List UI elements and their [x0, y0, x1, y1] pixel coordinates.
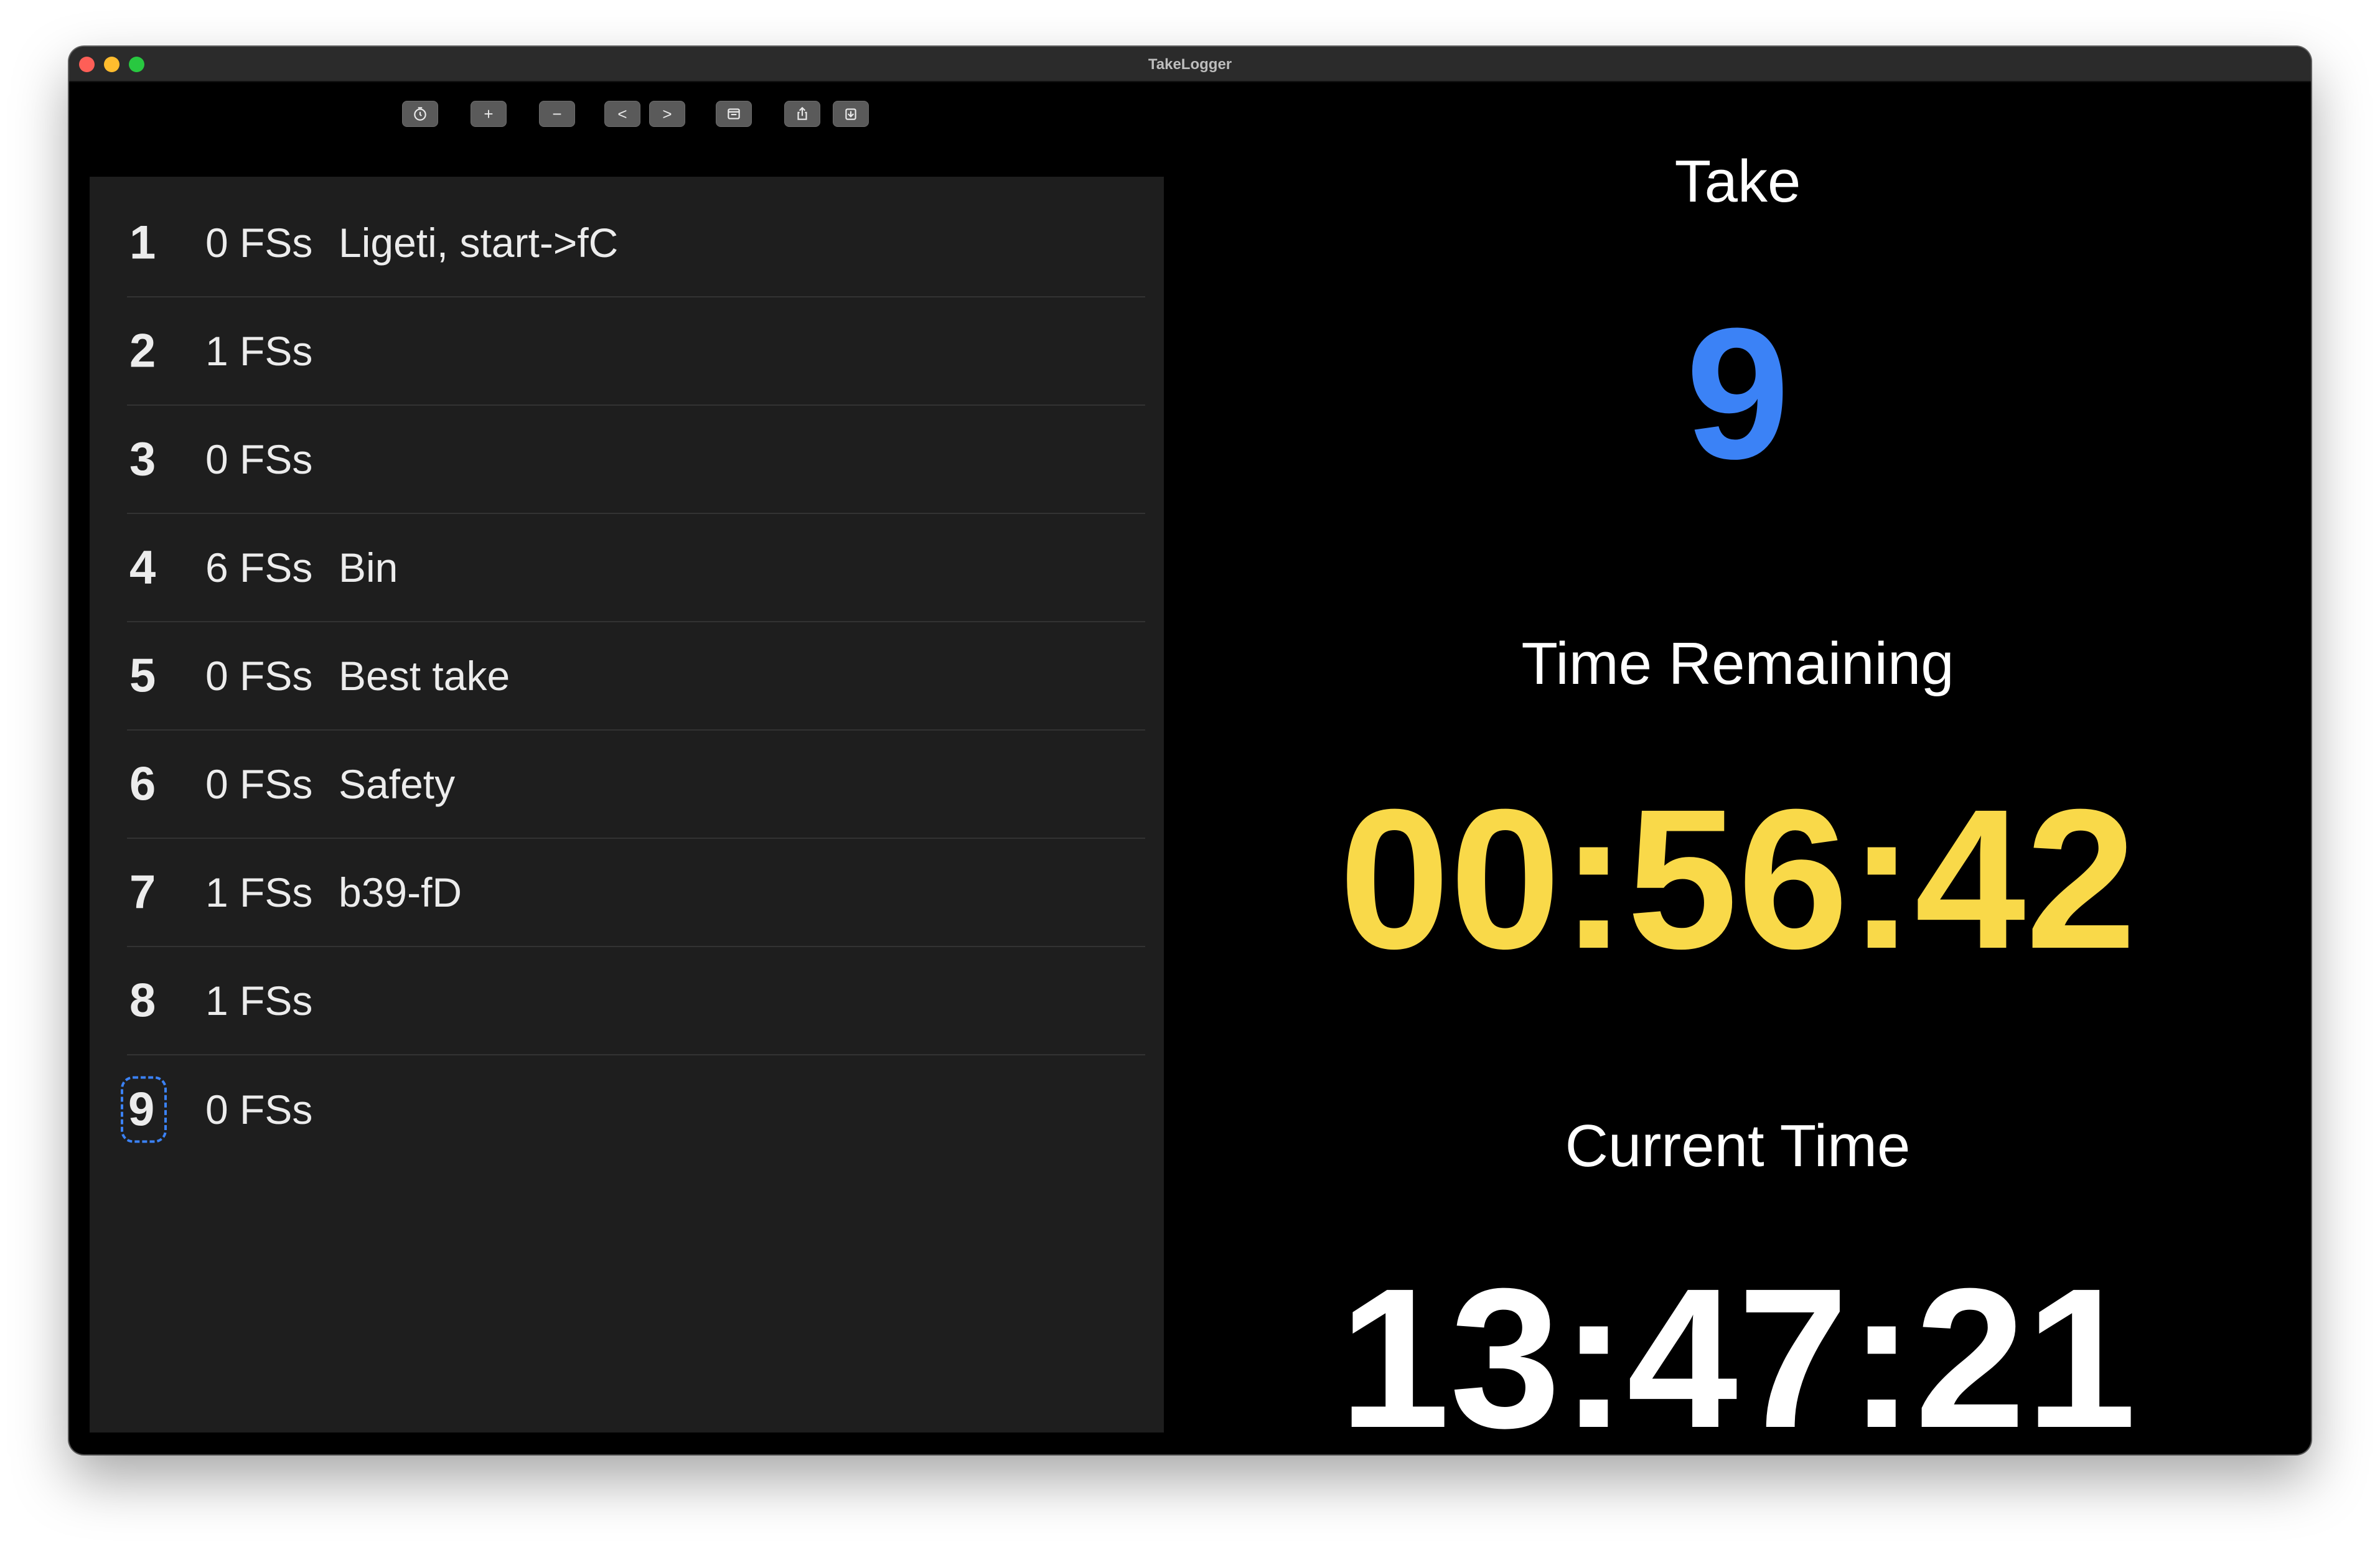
take-row[interactable]: 7 1 FSs b39-fD	[127, 839, 1145, 947]
take-row[interactable]: 8 1 FSs	[127, 947, 1145, 1055]
time-remaining-value: 00:56:42	[1339, 767, 2137, 990]
take-false-starts: 1 FSs	[205, 328, 313, 374]
take-value: 9	[1685, 289, 1790, 498]
window-icon	[728, 108, 740, 119]
take-row[interactable]: 1 0 FSs Ligeti, start->fC	[127, 189, 1145, 297]
take-label: Take	[1674, 148, 1801, 215]
take-row-selected[interactable]: 9 0 FSs	[121, 1055, 1145, 1164]
chevron-left-icon: <	[617, 104, 627, 123]
remove-take-button[interactable]: −	[539, 101, 575, 127]
next-button[interactable]: >	[649, 101, 685, 127]
take-number: 3	[129, 432, 156, 486]
take-row[interactable]: 3 0 FSs	[127, 406, 1145, 514]
take-false-starts: 0 FSs	[205, 436, 313, 482]
take-false-starts: 1 FSs	[205, 869, 313, 915]
take-row[interactable]: 5 0 FSs Best take	[127, 622, 1145, 731]
take-false-starts: 6 FSs	[205, 544, 313, 591]
status-display: Take 9 Time Remaining 00:56:42 Current T…	[1164, 82, 2311, 1454]
take-row[interactable]: 6 0 FSs Safety	[127, 731, 1145, 839]
timer-button[interactable]	[402, 101, 438, 127]
window-button[interactable]	[716, 101, 752, 127]
take-number: 1	[129, 216, 156, 269]
take-number: 5	[129, 649, 156, 703]
current-time-value: 13:47:21	[1339, 1246, 2137, 1454]
take-note[interactable]: Best take	[339, 652, 510, 699]
import-icon	[845, 108, 856, 120]
take-row[interactable]: 2 1 FSs	[127, 297, 1145, 406]
take-false-starts: 0 FSs	[205, 653, 313, 699]
import-button[interactable]	[833, 101, 869, 127]
title-bar[interactable]: TakeLogger	[69, 47, 2311, 82]
share-icon	[797, 106, 807, 120]
app-window: TakeLogger + − < > 1 0 FSs Ligeti, start…	[69, 47, 2311, 1454]
take-false-starts: 0 FSs	[205, 1087, 313, 1133]
take-note[interactable]: Bin	[339, 544, 398, 591]
chevron-right-icon: >	[662, 104, 672, 123]
take-number: 8	[129, 974, 156, 1027]
take-number: 4	[129, 541, 156, 594]
timer-icon	[414, 107, 426, 121]
take-row[interactable]: 4 6 FSs Bin	[127, 514, 1145, 622]
window-title: TakeLogger	[1148, 56, 1232, 73]
take-number[interactable]: 9	[121, 1076, 167, 1143]
plus-icon: +	[484, 104, 494, 123]
minus-icon: −	[552, 104, 562, 123]
add-take-button[interactable]: +	[471, 101, 507, 127]
take-number: 2	[129, 324, 156, 378]
take-note[interactable]: Safety	[339, 760, 455, 808]
take-note[interactable]: b39-fD	[339, 869, 462, 916]
take-note[interactable]: Ligeti, start->fC	[339, 219, 618, 266]
take-false-starts: 0 FSs	[205, 761, 313, 807]
take-false-starts: 1 FSs	[205, 978, 313, 1024]
takes-list[interactable]: 1 0 FSs Ligeti, start->fC 2 1 FSs 3 0 FS…	[90, 177, 1164, 1432]
take-false-starts: 0 FSs	[205, 220, 313, 266]
export-button[interactable]	[784, 101, 820, 127]
time-remaining-label: Time Remaining	[1521, 630, 1954, 697]
take-number: 6	[129, 757, 156, 811]
previous-button[interactable]: <	[604, 101, 640, 127]
take-number: 7	[129, 866, 156, 919]
current-time-label: Current Time	[1565, 1113, 1911, 1179]
